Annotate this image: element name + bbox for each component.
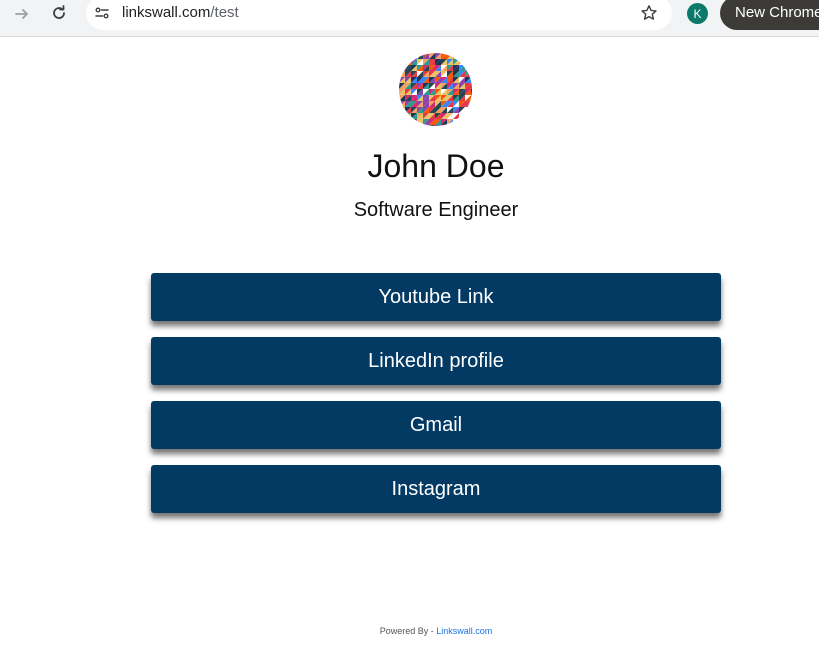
footer: Powered By - Linkswall.com: [0, 626, 819, 636]
profile-photo: [399, 53, 472, 126]
youtube-link-button[interactable]: Youtube Link: [151, 273, 721, 321]
mosaic-avatar-image: [399, 53, 472, 126]
linkedin-link-button[interactable]: LinkedIn profile: [151, 337, 721, 385]
url-text[interactable]: linkswall.com/test: [122, 4, 239, 21]
reload-icon[interactable]: [49, 3, 69, 23]
profile-name: John Doe: [367, 148, 505, 184]
footer-link[interactable]: Linkswall.com: [436, 626, 492, 636]
url-path: /test: [210, 4, 239, 21]
profile-title: Software Engineer: [353, 199, 519, 221]
gmail-link-button[interactable]: Gmail: [151, 401, 721, 449]
address-bar[interactable]: linkswall.com/test: [86, 0, 672, 30]
link-list: Youtube Link LinkedIn profile Gmail Inst…: [151, 273, 721, 529]
browser-toolbar: linkswall.com/test K New Chrome: [0, 0, 819, 37]
new-chrome-button[interactable]: New Chrome: [720, 0, 819, 30]
footer-prefix: Powered By -: [379, 626, 437, 636]
profile-avatar[interactable]: K: [687, 3, 708, 24]
star-icon[interactable]: [640, 4, 658, 22]
instagram-link-button[interactable]: Instagram: [151, 465, 721, 513]
site-info-icon[interactable]: [94, 5, 110, 21]
forward-arrow-icon[interactable]: [12, 4, 32, 24]
url-host: linkswall.com: [122, 4, 211, 21]
